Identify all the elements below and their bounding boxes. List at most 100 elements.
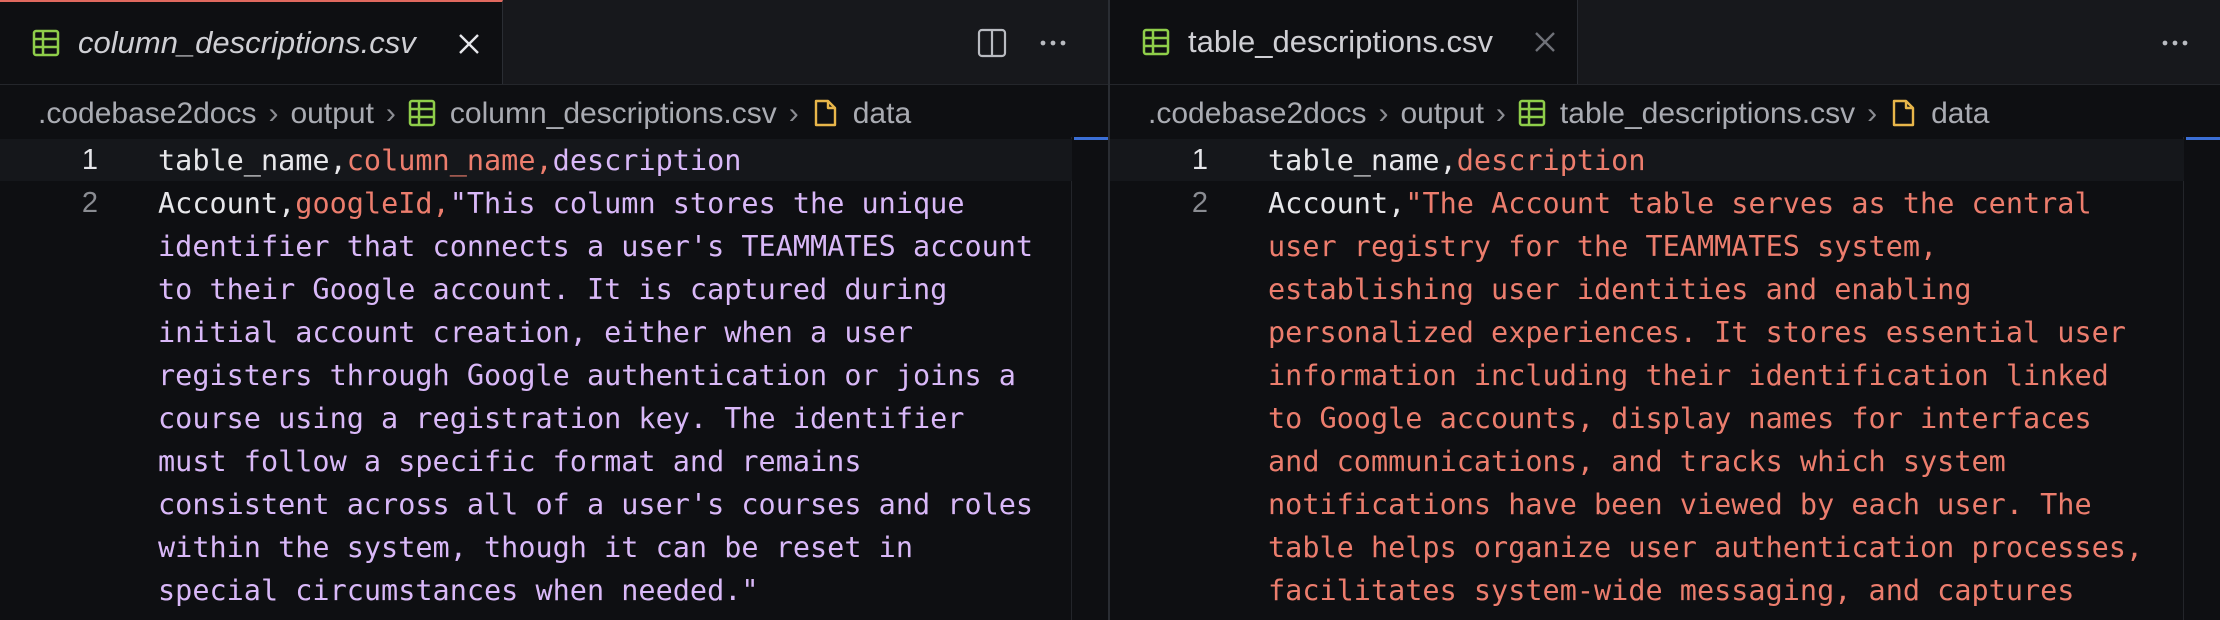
breadcrumb-item[interactable]: .codebase2docs: [38, 97, 257, 131]
breadcrumb-item[interactable]: .codebase2docs: [1148, 97, 1367, 131]
chevron-right-icon: ›: [385, 97, 396, 130]
breadcrumb-item[interactable]: output: [1401, 97, 1484, 131]
chevron-right-icon: ›: [1867, 97, 1878, 130]
line-content: to their Google account. It is captured …: [158, 273, 948, 306]
csv-cell: "The Account table serves as the central: [1405, 187, 2092, 220]
line-content: must follow a specific format and remain…: [158, 445, 862, 478]
csv-table-icon: [32, 29, 60, 57]
line-content: registers through Google authentication …: [158, 359, 1016, 392]
csv-cell: Account,: [158, 187, 296, 220]
line-content: within the system, though it can be rese…: [158, 531, 913, 564]
wrapped-line[interactable]: to their Google account. It is captured …: [0, 268, 1108, 311]
line-content: table helps organize user authentication…: [1268, 531, 2144, 564]
csv-cell: table_name,: [1268, 144, 1457, 177]
breadcrumb-item[interactable]: output: [291, 97, 374, 131]
line-content: table_name,description: [1268, 144, 1646, 177]
csv-cell: Account,: [1268, 187, 1406, 220]
breadcrumb-item[interactable]: column_descriptions.csv: [408, 97, 777, 131]
csv-cell: column_name,: [346, 144, 553, 177]
tab-bar: column_descriptions.csv: [0, 0, 1108, 85]
chevron-right-icon: ›: [1495, 97, 1506, 130]
wrapped-line[interactable]: identifier that connects a user's TEAMMA…: [0, 225, 1108, 268]
csv-cell: description: [552, 144, 742, 177]
tab-title: column_descriptions.csv: [78, 25, 416, 60]
wrapped-line[interactable]: facilitates system-wide messaging, and c…: [1110, 569, 2220, 612]
line-content: identifier that connects a user's TEAMMA…: [158, 230, 1034, 263]
csv-table-icon: [1142, 28, 1170, 56]
wrapped-line[interactable]: and communications, and tracks which sys…: [1110, 440, 2220, 483]
line-content: Account,"The Account table serves as the…: [1268, 187, 2092, 220]
csv-table-icon: [408, 99, 436, 127]
wrapped-line[interactable]: special circumstances when needed.": [0, 569, 1108, 612]
wrapped-line[interactable]: establishing user identities and enablin…: [1110, 268, 2220, 311]
breadcrumb-item[interactable]: table_descriptions.csv: [1518, 97, 1855, 131]
wrapped-line[interactable]: personalized experiences. It stores esse…: [1110, 311, 2220, 354]
tab-table-descriptions[interactable]: table_descriptions.csv: [1110, 0, 1578, 84]
line-content: Account,googleId,"This column stores the…: [158, 187, 964, 220]
csv-table-icon: [1518, 99, 1546, 127]
more-actions-icon[interactable]: [1038, 28, 1068, 58]
close-icon[interactable]: [456, 31, 482, 57]
tab-title: table_descriptions.csv: [1188, 24, 1493, 59]
wrapped-line[interactable]: initial account creation, either when a …: [0, 311, 1108, 354]
line-content: facilitates system-wide messaging, and c…: [1268, 574, 2075, 607]
line-number: 2: [1191, 187, 1208, 219]
line-content: table_name,column_name,description: [158, 144, 741, 177]
editor-line[interactable]: 2 Account,googleId,"This column stores t…: [0, 182, 1108, 225]
wrapped-line[interactable]: must follow a specific format and remain…: [0, 440, 1108, 483]
split-editor-icon[interactable]: [977, 28, 1007, 58]
line-content: and communications, and tracks which sys…: [1268, 445, 2006, 478]
wrapped-line[interactable]: consistent across all of a user's course…: [0, 483, 1108, 526]
tab-column-descriptions[interactable]: column_descriptions.csv: [0, 0, 503, 84]
editor-group-left: column_descriptions.csv .codebase2docs ›…: [0, 0, 1108, 620]
line-content: user registry for the TEAMMATES system,: [1268, 230, 1938, 263]
more-actions-icon[interactable]: [2160, 28, 2190, 58]
close-icon[interactable]: [1532, 29, 1558, 55]
editor-group-right: table_descriptions.csv .codebase2docs › …: [1110, 0, 2220, 620]
line-number: 1: [81, 144, 98, 176]
breadcrumb: .codebase2docs › output › column_descrip…: [38, 92, 911, 136]
wrapped-line[interactable]: within the system, though it can be rese…: [0, 526, 1108, 569]
line-number: 1: [1191, 144, 1208, 176]
editor-line[interactable]: 1 table_name,description: [1110, 139, 2220, 182]
chevron-right-icon: ›: [788, 97, 799, 130]
breadcrumb-label: data: [1931, 97, 1990, 130]
code-editor[interactable]: 1 table_name,description 2 Account,"The …: [1110, 137, 2220, 620]
line-content: consistent across all of a user's course…: [158, 488, 1034, 521]
wrapped-line[interactable]: to Google accounts, display names for in…: [1110, 397, 2220, 440]
line-content: special circumstances when needed.": [158, 574, 759, 607]
breadcrumb-item[interactable]: data: [811, 97, 911, 131]
wrapped-line[interactable]: user registry for the TEAMMATES system,: [1110, 225, 2220, 268]
line-content: to Google accounts, display names for in…: [1268, 402, 2092, 435]
csv-cell: "This column stores the unique: [449, 187, 965, 220]
line-content: establishing user identities and enablin…: [1268, 273, 1972, 306]
editor-workbench: column_descriptions.csv .codebase2docs ›…: [0, 0, 2220, 620]
editor-line[interactable]: 2 Account,"The Account table serves as t…: [1110, 182, 2220, 225]
csv-cell: description: [1456, 144, 1646, 177]
csv-cell: table_name,: [158, 144, 347, 177]
line-content: initial account creation, either when a …: [158, 316, 913, 349]
line-number: 2: [81, 187, 98, 219]
csv-cell: googleId,: [295, 187, 450, 220]
line-content: course using a registration key. The ide…: [158, 402, 965, 435]
breadcrumb-item[interactable]: data: [1889, 97, 1989, 131]
wrapped-line[interactable]: notifications have been viewed by each u…: [1110, 483, 2220, 526]
file-icon: [1892, 99, 1915, 127]
file-icon: [814, 99, 836, 127]
editor-line[interactable]: 1 table_name,column_name,description: [0, 139, 1108, 182]
breadcrumb-label: table_descriptions.csv: [1559, 97, 1856, 130]
line-content: information including their identificati…: [1268, 359, 2109, 392]
chevron-right-icon: ›: [1378, 97, 1389, 130]
breadcrumb-label: column_descriptions.csv: [449, 97, 777, 130]
tab-bar: table_descriptions.csv: [1110, 0, 2220, 85]
wrapped-line[interactable]: course using a registration key. The ide…: [0, 397, 1108, 440]
breadcrumb: .codebase2docs › output › table_descript…: [1148, 92, 1989, 136]
wrapped-line[interactable]: table helps organize user authentication…: [1110, 526, 2220, 569]
wrapped-line[interactable]: registers through Google authentication …: [0, 354, 1108, 397]
chevron-right-icon: ›: [268, 97, 279, 130]
wrapped-line[interactable]: information including their identificati…: [1110, 354, 2220, 397]
breadcrumb-label: data: [852, 97, 912, 130]
line-content: notifications have been viewed by each u…: [1268, 488, 2092, 521]
line-content: personalized experiences. It stores esse…: [1268, 316, 2126, 349]
code-editor[interactable]: 1 table_name,column_name,description 2 A…: [0, 137, 1108, 620]
